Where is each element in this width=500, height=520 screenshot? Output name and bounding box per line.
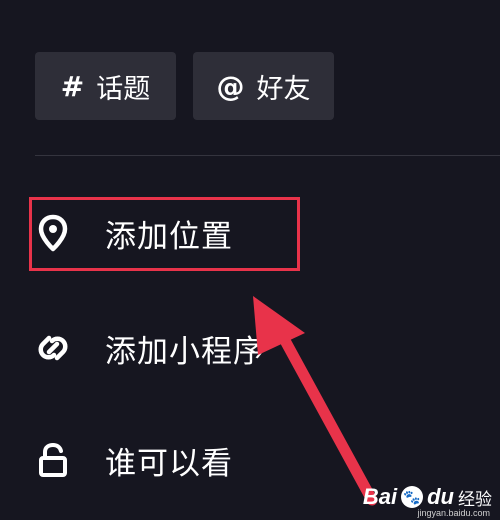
paw-icon: 🐾 (401, 486, 424, 508)
baidu-jingyan-watermark: Bai 🐾 du 经验 jingyan.baidu.com (362, 484, 492, 518)
pointer-arrow (253, 296, 378, 506)
